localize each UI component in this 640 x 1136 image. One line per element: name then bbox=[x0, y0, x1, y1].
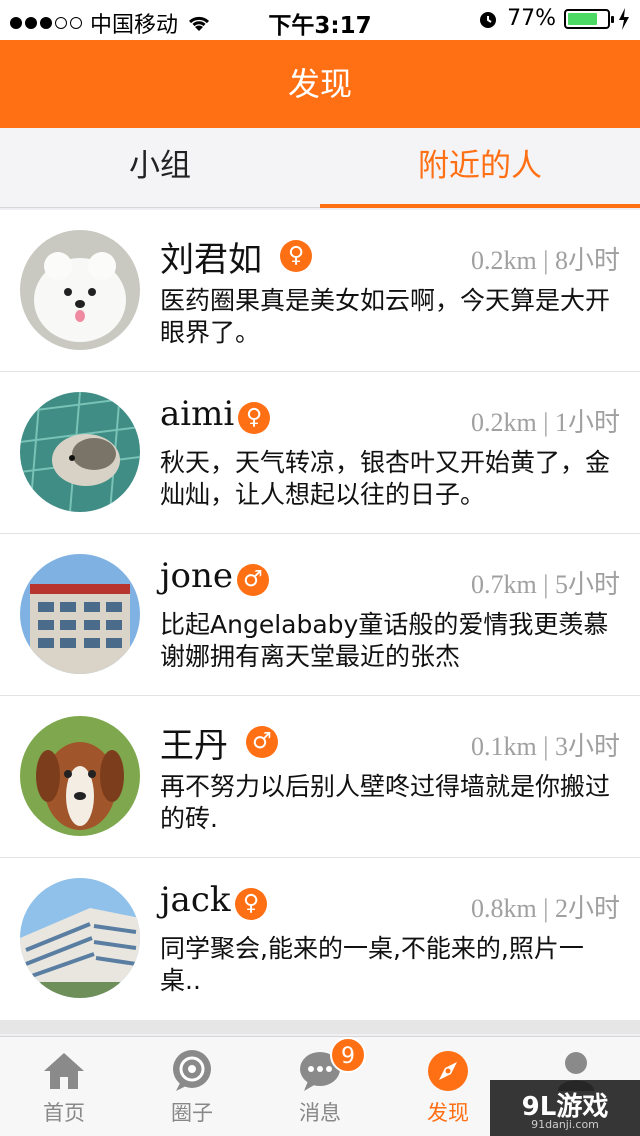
list-item[interactable]: jone ♂ 0.7km | 5小时 比起Angelababy童话般的爱情我更羡… bbox=[0, 534, 640, 696]
page-title: 发现 bbox=[287, 65, 352, 103]
status-message: 再不努力以后别人壁咚过得墙就是你搬过的砖. bbox=[160, 772, 611, 833]
female-icon: ♀ bbox=[238, 402, 270, 434]
tabbar-label: 圈子 bbox=[171, 1101, 213, 1125]
list-item[interactable]: aimi ♀ 0.2km | 1小时 秋天，天气转凉，银杏叶又开始黄了，金灿灿，… bbox=[0, 372, 640, 534]
time-ago: 8小时 bbox=[554, 246, 620, 275]
avatar[interactable] bbox=[20, 716, 140, 836]
avatar[interactable] bbox=[20, 554, 140, 674]
charging-icon bbox=[619, 7, 629, 30]
site-watermark: 9L游戏 91danji.com bbox=[490, 1080, 640, 1136]
status-message: 医药圈果真是美女如云啊，今天算是大开眼界了。 bbox=[160, 286, 611, 347]
person-name: aimi bbox=[160, 394, 235, 434]
tab-groups[interactable]: 小组 bbox=[0, 128, 320, 207]
male-icon: ♂ bbox=[246, 726, 278, 758]
nav-bar: 发现 bbox=[0, 40, 640, 128]
female-icon: ♀ bbox=[280, 240, 312, 272]
distance-time: 0.2km | 1小时 bbox=[471, 408, 620, 437]
male-icon: ♂ bbox=[237, 564, 269, 596]
distance: 0.2km bbox=[471, 246, 537, 275]
discover-tabs: 小组 附近的人 bbox=[0, 128, 640, 208]
distance-time: 0.2km | 8小时 bbox=[471, 246, 620, 275]
list-item[interactable]: jack ♀ 0.8km | 2小时 同学聚会,能来的一桌,不能来的,照片一桌.… bbox=[0, 858, 640, 1020]
compass-icon bbox=[428, 1051, 468, 1091]
nearby-people-list: 刘君如 ♀ 0.2km | 8小时 医药圈果真是美女如云啊，今天算是大开眼界了。… bbox=[0, 210, 640, 1020]
list-item[interactable]: 王丹 ♂ 0.1km | 3小时 再不努力以后别人壁咚过得墙就是你搬过的砖. bbox=[0, 696, 640, 858]
distance: 0.2km bbox=[471, 408, 537, 437]
person-name: 刘君如 bbox=[160, 240, 262, 280]
time-ago: 1小时 bbox=[554, 408, 620, 437]
battery-icon bbox=[564, 8, 614, 29]
female-icon: ♀ bbox=[235, 888, 267, 920]
time-ago: 3小时 bbox=[554, 732, 620, 761]
distance-time: 0.7km | 5小时 bbox=[471, 570, 620, 599]
time-ago: 5小时 bbox=[554, 570, 620, 599]
avatar[interactable] bbox=[20, 230, 140, 350]
time-ago: 2小时 bbox=[554, 894, 620, 923]
person-name: jone bbox=[160, 556, 234, 596]
avatar[interactable] bbox=[20, 392, 140, 512]
unread-badge: 9 bbox=[330, 1037, 366, 1073]
tabbar-item-messages[interactable]: 9 消息 bbox=[256, 1037, 384, 1136]
circle-icon bbox=[173, 1050, 211, 1091]
tabbar-label: 首页 bbox=[43, 1101, 85, 1125]
person-name: 王丹 bbox=[160, 726, 228, 766]
distance: 0.7km bbox=[471, 570, 537, 599]
avatar[interactable] bbox=[20, 878, 140, 998]
person-name: jack bbox=[160, 880, 231, 920]
status-bar: 中国移动 下午3:17 77% bbox=[0, 0, 640, 40]
distance: 0.8km bbox=[471, 894, 537, 923]
status-message: 比起Angelababy童话般的爱情我更羡慕谢娜拥有离天堂最近的张杰 bbox=[160, 610, 609, 671]
status-right: 77% bbox=[477, 6, 630, 31]
battery-percent: 77% bbox=[507, 6, 556, 31]
list-item[interactable]: 刘君如 ♀ 0.2km | 8小时 医药圈果真是美女如云啊，今天算是大开眼界了。 bbox=[0, 210, 640, 372]
alarm-icon bbox=[480, 11, 497, 28]
status-message: 秋天，天气转凉，银杏叶又开始黄了，金灿灿，让人想起以往的日子。 bbox=[160, 448, 611, 509]
distance-time: 0.8km | 2小时 bbox=[471, 894, 620, 923]
status-message: 同学聚会,能来的一桌,不能来的,照片一桌.. bbox=[160, 934, 584, 995]
tabbar-item-home[interactable]: 首页 bbox=[0, 1037, 128, 1136]
tabbar-item-circle[interactable]: 圈子 bbox=[128, 1037, 256, 1136]
list-footer-divider bbox=[0, 1020, 640, 1034]
distance-time: 0.1km | 3小时 bbox=[471, 732, 620, 761]
tabbar-label: 消息 bbox=[299, 1101, 341, 1125]
tab-nearby-people[interactable]: 附近的人 bbox=[320, 128, 640, 208]
home-icon bbox=[44, 1053, 84, 1089]
distance: 0.1km bbox=[471, 732, 537, 761]
watermark-url: 91danji.com bbox=[531, 1118, 599, 1131]
